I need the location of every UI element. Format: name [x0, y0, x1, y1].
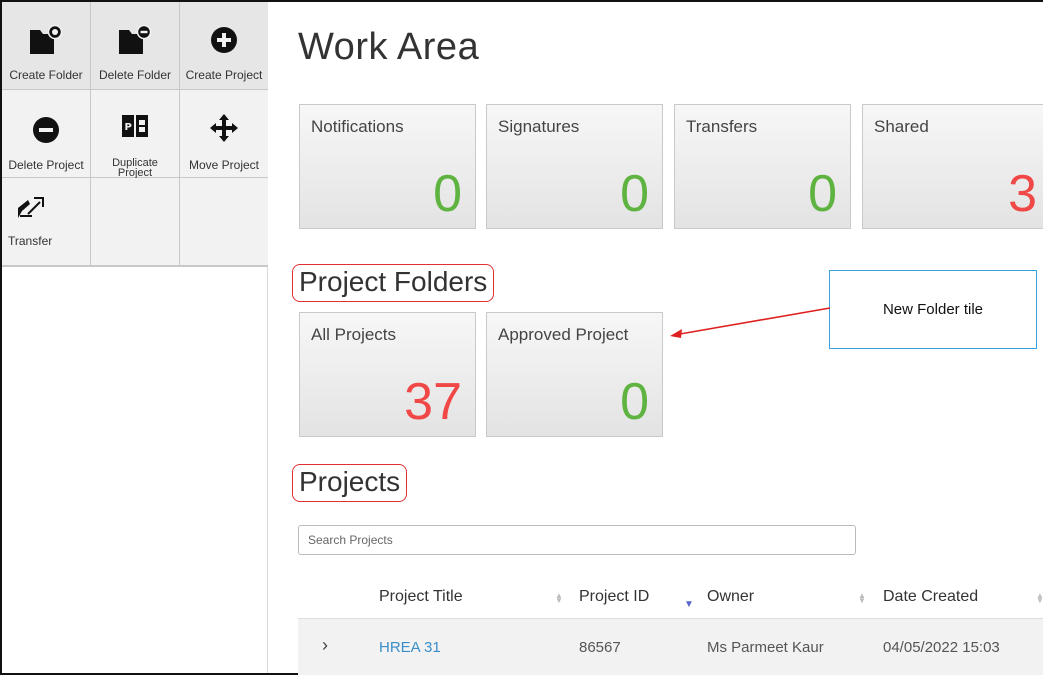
- owner-cell: Ms Parmeet Kaur: [707, 639, 824, 656]
- sort-icon[interactable]: ▲ ▼: [858, 592, 866, 605]
- delete-folder-button[interactable]: Delete Folder: [91, 2, 180, 90]
- delete-folder-label: Delete Folder: [98, 68, 172, 82]
- callout-arrow-icon: [670, 307, 831, 338]
- delete-project-label: Delete Project: [8, 158, 84, 172]
- annotation-callout: New Folder tile: [829, 270, 1037, 349]
- column-header-project-id[interactable]: Project ID: [579, 588, 649, 606]
- project-id-cell: 86567: [579, 639, 621, 656]
- tile-count: 0: [620, 165, 649, 223]
- sort-icon[interactable]: ▲ ▼: [555, 592, 563, 605]
- delete-project-button[interactable]: Delete Project: [2, 90, 91, 178]
- tool-grid: Create Folder Delete Folder Create Proje…: [2, 2, 268, 267]
- empty-tool-slot: [180, 178, 268, 266]
- transfer-label: Transfer: [8, 234, 53, 248]
- projects-heading: Projects: [292, 464, 408, 502]
- all-projects-tile[interactable]: All Projects 37: [299, 312, 476, 437]
- tile-count: 0: [808, 165, 837, 223]
- sort-icon[interactable]: ▲ ▼: [1036, 592, 1043, 605]
- column-header-date-created[interactable]: Date Created: [883, 588, 978, 606]
- create-folder-button[interactable]: Create Folder: [2, 2, 91, 90]
- create-project-label: Create Project: [185, 68, 263, 82]
- duplicate-project-button[interactable]: P Duplicate Project: [91, 90, 180, 179]
- tile-count: 0: [433, 165, 462, 223]
- callout-text: New Folder tile: [882, 301, 984, 318]
- tile-count: 3: [1008, 165, 1037, 223]
- column-header-project-title[interactable]: Project Title: [379, 588, 463, 606]
- tile-count: 37: [404, 373, 462, 431]
- tile-label: Shared: [874, 117, 929, 136]
- tile-label: All Projects: [311, 325, 397, 344]
- date-created-cell: 04/05/2022 15:03: [883, 639, 1000, 656]
- approved-project-tile[interactable]: Approved Project 0: [486, 312, 663, 437]
- sort-desc-icon[interactable]: ▼: [684, 600, 694, 610]
- transfer-icon: [2, 194, 90, 228]
- create-project-button[interactable]: Create Project: [180, 2, 268, 90]
- transfer-button[interactable]: Transfer: [2, 178, 91, 266]
- search-projects-input[interactable]: [298, 525, 856, 555]
- duplicate-project-label: Duplicate Project: [112, 157, 158, 179]
- tile-label: Notifications: [311, 117, 404, 136]
- sidebar: Create Folder Delete Folder Create Proje…: [2, 2, 268, 673]
- move-project-button[interactable]: Move Project: [180, 90, 268, 178]
- empty-tool-slot: [91, 178, 180, 266]
- move-project-label: Move Project: [188, 158, 260, 172]
- move-arrows-icon: [180, 112, 268, 146]
- folder-remove-icon: [91, 24, 179, 58]
- folder-add-icon: [2, 24, 90, 58]
- chevron-right-icon[interactable]: ›: [322, 635, 328, 656]
- svg-text:P: P: [125, 122, 132, 133]
- shared-tile[interactable]: Shared 3: [862, 104, 1043, 229]
- create-folder-label: Create Folder: [9, 68, 83, 82]
- tile-label: Transfers: [686, 117, 758, 136]
- minus-circle-icon: [2, 112, 90, 146]
- tile-count: 0: [620, 373, 649, 431]
- tile-label: Approved Project: [498, 325, 629, 344]
- tile-label: Signatures: [498, 117, 580, 136]
- column-header-owner[interactable]: Owner: [707, 588, 754, 606]
- project-folders-heading: Project Folders: [292, 264, 495, 302]
- signatures-tile[interactable]: Signatures 0: [486, 104, 663, 229]
- notifications-tile[interactable]: Notifications 0: [299, 104, 476, 229]
- plus-circle-icon: [180, 24, 268, 58]
- duplicate-icon: P: [91, 112, 179, 146]
- transfers-tile[interactable]: Transfers 0: [674, 104, 851, 229]
- work-area: Work Area Notifications 0 Signatures 0 T…: [269, 2, 1043, 675]
- page-title: Work Area: [298, 26, 480, 68]
- project-title-link[interactable]: HREA 31: [379, 639, 441, 656]
